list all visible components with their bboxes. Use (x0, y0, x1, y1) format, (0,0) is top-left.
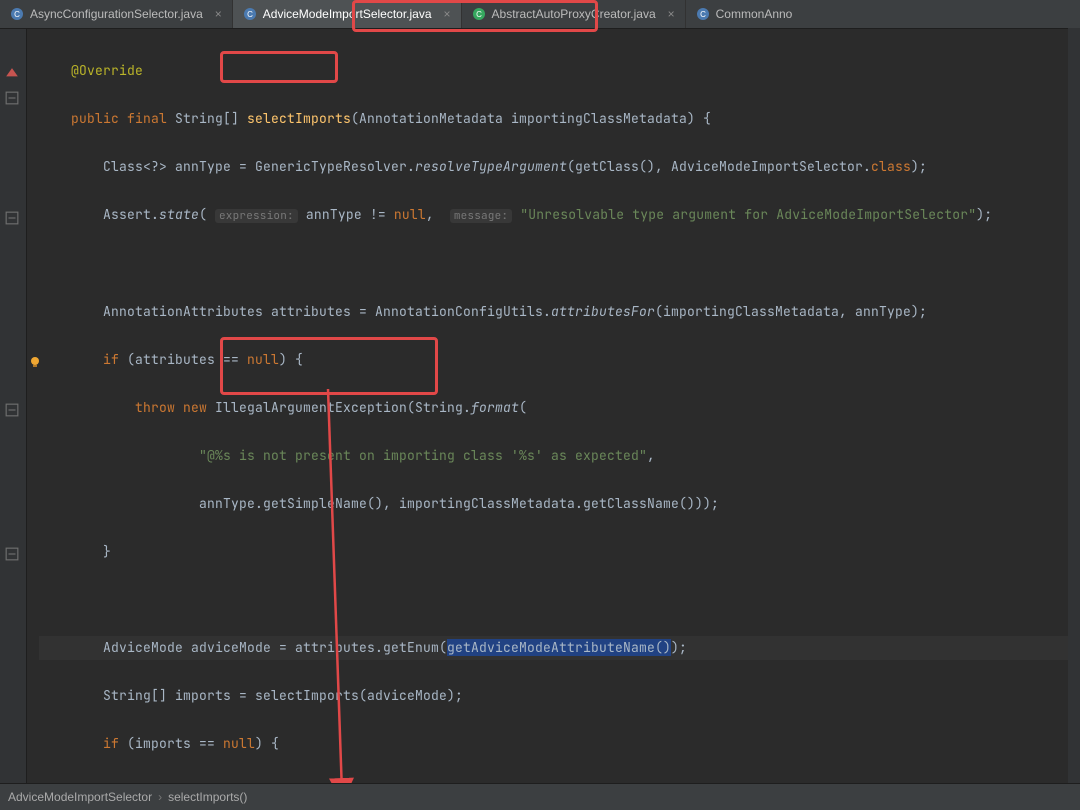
param-hint: message: (450, 209, 512, 223)
tab-label: AbstractAutoProxyCreator.java (492, 7, 656, 21)
java-file-icon: C (472, 7, 486, 21)
editor-tabs: C AsyncConfigurationSelector.java × C Ad… (0, 0, 1080, 29)
tab-label: AdviceModeImportSelector.java (263, 7, 432, 21)
breadcrumb-method[interactable]: selectImports() (168, 790, 247, 804)
code-area[interactable]: @Override public final String[] selectIm… (27, 29, 1080, 785)
collapse-icon[interactable] (5, 403, 19, 417)
svg-text:C: C (247, 10, 253, 19)
collapse-icon[interactable] (5, 547, 19, 561)
svg-text:C: C (476, 10, 482, 19)
code-editor[interactable]: @Override public final String[] selectIm… (0, 29, 1080, 785)
scrollbar[interactable] (1068, 28, 1080, 784)
gutter (0, 29, 27, 785)
breadcrumb[interactable]: AdviceModeImportSelector › selectImports… (0, 783, 1080, 810)
svg-text:C: C (700, 10, 706, 19)
java-file-icon: C (243, 7, 257, 21)
collapse-icon[interactable] (5, 211, 19, 225)
method-selectImports: selectImports (247, 110, 351, 127)
param-hint: expression: (215, 209, 298, 223)
tab-label: AsyncConfigurationSelector.java (30, 7, 203, 21)
close-icon[interactable]: × (215, 7, 222, 21)
tab-advice-mode[interactable]: C AdviceModeImportSelector.java × (233, 0, 462, 28)
tab-label: CommonAnno (716, 7, 793, 21)
collapse-icon[interactable] (5, 91, 19, 105)
breadcrumb-class[interactable]: AdviceModeImportSelector (8, 790, 152, 804)
caret-line: AdviceMode adviceMode = attributes.getEn… (39, 636, 1080, 660)
call-selectImports: selectImports(adviceMode) (255, 687, 455, 704)
override-up-icon (5, 67, 19, 81)
tab-async-config[interactable]: C AsyncConfigurationSelector.java × (0, 0, 233, 28)
close-icon[interactable]: × (444, 7, 451, 21)
tab-common-anno[interactable]: C CommonAnno (686, 0, 803, 28)
java-file-icon: C (696, 7, 710, 21)
close-icon[interactable]: × (668, 7, 675, 21)
annotation-override: @Override (71, 62, 143, 79)
java-file-icon: C (10, 7, 24, 21)
tab-abstract-proxy[interactable]: C AbstractAutoProxyCreator.java × (462, 0, 686, 28)
svg-text:C: C (14, 10, 20, 19)
chevron-right-icon: › (158, 790, 162, 804)
